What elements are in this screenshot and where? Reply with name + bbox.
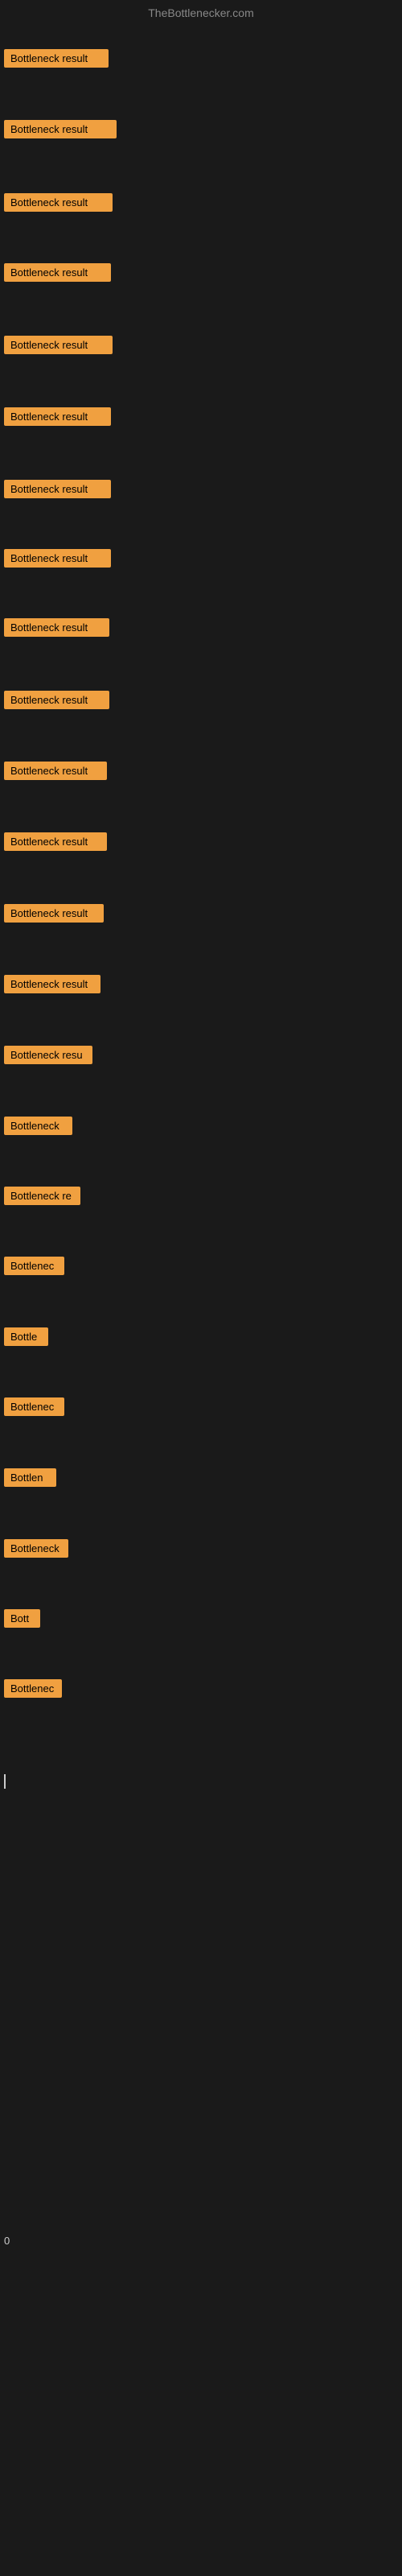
bottleneck-badge[interactable]: Bott	[4, 1609, 40, 1628]
bottleneck-badge[interactable]: Bottleneck result	[4, 336, 113, 354]
bottleneck-badge[interactable]: Bottleneck result	[4, 120, 117, 138]
bottleneck-item: Bottleneck result	[4, 263, 111, 286]
bottleneck-item: Bottleneck result	[4, 120, 117, 142]
bottleneck-badge[interactable]: Bottleneck result	[4, 691, 109, 709]
bottleneck-item: Bottleneck	[4, 1539, 68, 1562]
bottleneck-item: Bottleneck re	[4, 1187, 80, 1209]
bottleneck-item: Bottleneck result	[4, 975, 100, 997]
bottleneck-badge[interactable]: Bottleneck result	[4, 193, 113, 212]
site-header: TheBottlenecker.com	[0, 0, 402, 29]
bottleneck-badge[interactable]: Bottleneck result	[4, 263, 111, 282]
bottleneck-badge[interactable]: Bottle	[4, 1327, 48, 1346]
text-cursor	[4, 1774, 6, 1789]
bottleneck-item: Bottle	[4, 1327, 48, 1350]
bottleneck-badge[interactable]: Bottleneck resu	[4, 1046, 92, 1064]
bottleneck-badge[interactable]: Bottlenec	[4, 1679, 62, 1698]
bottleneck-badge[interactable]: Bottlen	[4, 1468, 56, 1487]
bottleneck-badge[interactable]: Bottleneck result	[4, 832, 107, 851]
site-title: TheBottlenecker.com	[148, 6, 254, 19]
bottleneck-item: Bottleneck	[4, 1117, 72, 1139]
bottleneck-item: Bottlenec	[4, 1679, 62, 1702]
bottleneck-badge[interactable]: Bottlenec	[4, 1397, 64, 1416]
bottleneck-item: Bott	[4, 1609, 40, 1632]
bottleneck-item: Bottleneck result	[4, 407, 111, 430]
bottleneck-item: Bottleneck result	[4, 336, 113, 358]
bottleneck-item: Bottlenec	[4, 1257, 64, 1279]
bottleneck-item: Bottleneck result	[4, 832, 107, 855]
bottleneck-item: Bottleneck result	[4, 691, 109, 713]
bottleneck-badge[interactable]: Bottleneck result	[4, 480, 111, 498]
bottleneck-badge[interactable]: Bottleneck result	[4, 407, 111, 426]
bottleneck-item: Bottleneck result	[4, 762, 107, 784]
trailing-character: 0	[4, 2235, 10, 2247]
bottleneck-item: Bottleneck result	[4, 549, 111, 572]
bottleneck-item: Bottleneck result	[4, 618, 109, 641]
bottleneck-badge[interactable]: Bottleneck	[4, 1117, 72, 1135]
bottleneck-item: Bottleneck resu	[4, 1046, 92, 1068]
bottleneck-badge[interactable]: Bottleneck result	[4, 549, 111, 568]
bottleneck-badge[interactable]: Bottleneck result	[4, 618, 109, 637]
bottleneck-badge[interactable]: Bottleneck result	[4, 975, 100, 993]
bottleneck-badge[interactable]: Bottleneck result	[4, 904, 104, 923]
bottleneck-item: Bottlen	[4, 1468, 56, 1491]
bottleneck-item: Bottleneck result	[4, 49, 109, 72]
bottleneck-item: Bottleneck result	[4, 480, 111, 502]
bottleneck-item: Bottlenec	[4, 1397, 64, 1420]
bottleneck-badge[interactable]: Bottleneck result	[4, 762, 107, 780]
bottleneck-item: Bottleneck result	[4, 904, 104, 927]
bottleneck-badge[interactable]: Bottleneck result	[4, 49, 109, 68]
bottleneck-badge[interactable]: Bottleneck re	[4, 1187, 80, 1205]
bottleneck-item: Bottleneck result	[4, 193, 113, 216]
bottleneck-badge[interactable]: Bottlenec	[4, 1257, 64, 1275]
bottleneck-badge[interactable]: Bottleneck	[4, 1539, 68, 1558]
